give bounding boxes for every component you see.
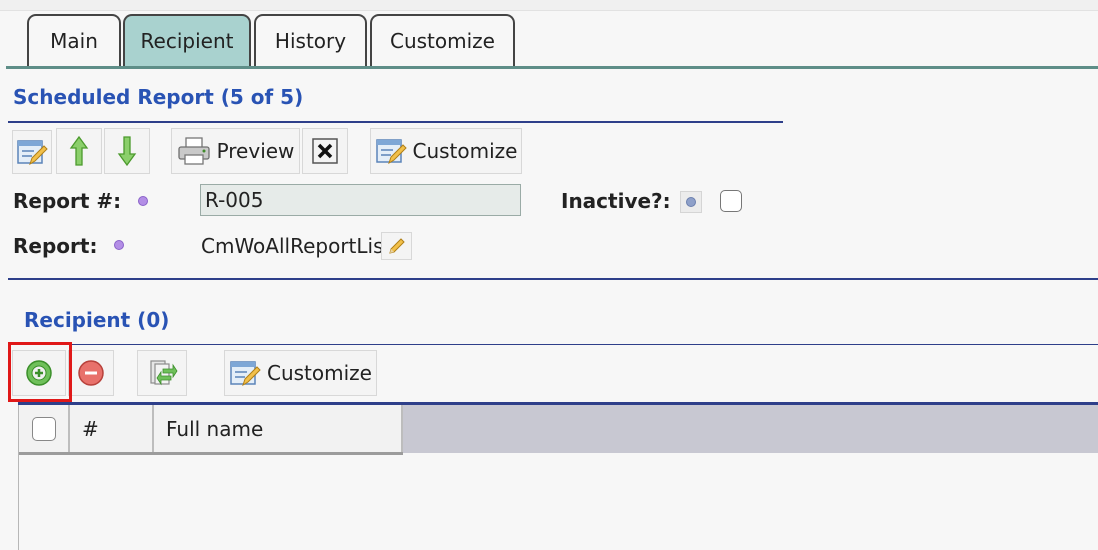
tab-bar: Main Recipient History Customize [0,10,1098,70]
scheduled-report-title: Scheduled Report (5 of 5) [13,85,304,109]
column-header-number[interactable]: # [70,405,154,453]
pencil-icon [388,238,405,254]
inactive-label: Inactive?: [561,189,671,213]
report-label: Report: [13,234,98,258]
printer-icon [177,137,210,165]
arrow-up-icon [69,135,89,166]
edit-form-icon [17,140,48,166]
add-icon [26,360,52,386]
remove-icon [78,360,104,386]
section-divider [8,344,1098,345]
grid-header: # Full name [19,405,1098,453]
report-value: CmWoAllReportList [201,234,392,258]
tab-history[interactable]: History [254,14,367,66]
recipient-title: Recipient (0) [24,308,170,332]
required-indicator [114,240,124,250]
required-indicator [138,196,148,206]
info-icon[interactable] [680,191,702,213]
close-report-button[interactable] [302,128,348,174]
remove-recipient-button[interactable] [68,350,114,396]
refresh-recipients-button[interactable] [137,350,187,396]
preview-button[interactable]: Preview [171,128,300,174]
select-all-cell [19,405,70,453]
inactive-checkbox[interactable] [720,190,742,212]
customize-label: Customize [267,361,372,385]
customize-button[interactable]: Customize [370,128,522,174]
move-down-button[interactable] [104,128,150,174]
close-icon [312,138,338,164]
column-header-full-name[interactable]: Full name [154,405,403,453]
refresh-icon [150,360,178,386]
preview-label: Preview [216,139,295,163]
grid-header-underline [19,452,403,455]
select-all-checkbox[interactable] [31,417,56,441]
report-number-label: Report #: [13,189,122,213]
add-recipient-button[interactable] [12,350,66,396]
move-up-button[interactable] [56,128,102,174]
arrow-down-icon [117,136,137,167]
tab-main[interactable]: Main [27,14,121,66]
customize-icon [375,139,407,165]
tab-customize[interactable]: Customize [370,14,515,66]
edit-record-button[interactable] [12,130,52,174]
recipient-customize-button[interactable]: Customize [224,350,377,396]
customize-label: Customize [412,139,518,163]
tab-underline [6,66,1098,69]
section-divider [8,278,1098,280]
section-divider [8,121,783,123]
tab-recipient[interactable]: Recipient [123,14,251,66]
customize-icon [230,361,261,387]
edit-report-button[interactable] [381,232,412,260]
report-number-input[interactable]: R-005 [200,184,521,216]
